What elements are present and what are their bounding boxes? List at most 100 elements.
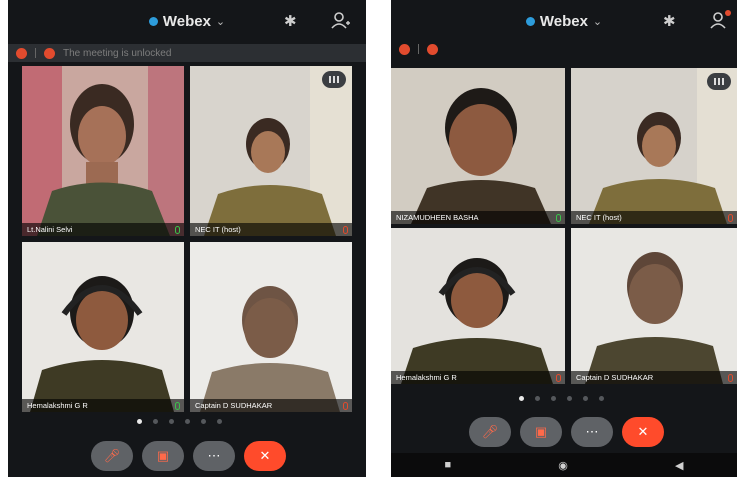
unlock-icon <box>44 47 55 59</box>
participant-name: Captain D SUDHAKAR <box>195 401 273 410</box>
divider <box>418 44 419 54</box>
participant-name: Hemalakshmi G R <box>27 401 88 410</box>
video-tile[interactable]: NEC IT (host) <box>571 68 737 224</box>
video-off-icon: ▣ <box>156 448 170 463</box>
divider <box>35 48 36 58</box>
page-dot[interactable] <box>201 419 206 424</box>
video-tile[interactable]: Lt.Nalini Selvi <box>22 66 184 236</box>
more-icon: ⋯ <box>585 424 599 439</box>
page-dot[interactable] <box>519 396 524 401</box>
layout-grid-button[interactable] <box>707 73 731 90</box>
bluetooth-icon[interactable]: ✱ <box>284 12 297 30</box>
participant-video <box>22 242 184 412</box>
page-dot[interactable] <box>137 419 142 424</box>
video-tile[interactable]: Captain D SUDHAKAR <box>190 242 352 412</box>
unlock-icon <box>427 43 438 55</box>
participants-icon[interactable] <box>330 10 352 30</box>
participants-icon[interactable] <box>709 10 731 30</box>
page-dot[interactable] <box>567 396 572 401</box>
mic-off-icon <box>343 402 348 410</box>
close-icon: ✕ <box>637 424 649 439</box>
participant-name: Hemalakshmi G R <box>396 373 457 382</box>
top-bar: Webex ⌄ ✱ <box>8 0 366 42</box>
participant-video <box>391 228 565 384</box>
call-controls: 🎤︎ ▣ ⋯ ✕ <box>91 441 295 471</box>
mic-off-icon: 🎤︎ <box>481 424 499 439</box>
participant-name-label: NEC IT (host) <box>190 223 352 236</box>
page-dot[interactable] <box>169 419 174 424</box>
participant-name-label: Hemalakshmi G R <box>22 399 184 412</box>
meeting-status-icons <box>391 40 737 58</box>
more-button[interactable]: ⋯ <box>571 417 613 447</box>
close-icon: ✕ <box>259 448 271 463</box>
app-name: Webex <box>162 12 211 30</box>
recording-icon <box>16 47 27 59</box>
meeting-notice-bar: The meeting is unlocked <box>8 44 366 62</box>
mic-on-icon <box>556 214 561 222</box>
video-tile[interactable]: Hemalakshmi G R <box>22 242 184 412</box>
notice-text: The meeting is unlocked <box>63 47 172 59</box>
participant-name-label: Captain D SUDHAKAR <box>190 399 352 412</box>
participant-video <box>190 66 352 236</box>
video-button[interactable]: ▣ <box>142 441 184 471</box>
webex-logo-icon <box>525 16 535 26</box>
android-nav-bar: ■ ◉ ◀ <box>391 453 737 477</box>
video-button[interactable]: ▣ <box>520 417 562 447</box>
participant-name: NIZAMUDHEEN BASHA <box>396 213 479 222</box>
page-dot[interactable] <box>583 396 588 401</box>
more-icon: ⋯ <box>207 448 221 463</box>
app-switcher[interactable]: Webex ⌄ <box>525 12 603 30</box>
more-button[interactable]: ⋯ <box>193 441 235 471</box>
participant-name: Lt.Nalini Selvi <box>27 225 73 234</box>
mic-on-icon <box>175 402 180 410</box>
page-dot[interactable] <box>551 396 556 401</box>
mic-off-icon <box>343 226 348 234</box>
participant-video <box>22 66 184 236</box>
top-bar: Webex ⌄ ✱ <box>391 0 737 42</box>
participant-name-label: NIZAMUDHEEN BASHA <box>391 211 565 224</box>
participant-video <box>571 228 737 384</box>
participant-video <box>391 68 565 224</box>
home-icon[interactable]: ◉ <box>558 459 568 472</box>
video-tile[interactable]: Captain D SUDHAKAR <box>571 228 737 384</box>
mic-off-icon <box>728 374 733 382</box>
back-icon[interactable]: ◀ <box>675 459 683 472</box>
mute-button[interactable]: 🎤︎ <box>469 417 511 447</box>
video-tile[interactable]: NEC IT (host) <box>190 66 352 236</box>
recording-icon <box>399 43 410 55</box>
page-dot[interactable] <box>535 396 540 401</box>
page-dot[interactable] <box>599 396 604 401</box>
mic-on-icon <box>175 226 180 234</box>
phone-screen-left: Webex ⌄ ✱ The meeting is unlocked Lt.Nal… <box>8 0 366 477</box>
app-name: Webex <box>539 12 588 30</box>
participant-video <box>571 68 737 224</box>
leave-button[interactable]: ✕ <box>244 441 286 471</box>
chevron-down-icon: ⌄ <box>215 15 226 28</box>
participant-name-label: Lt.Nalini Selvi <box>22 223 184 236</box>
participant-name: Captain D SUDHAKAR <box>576 373 654 382</box>
app-switcher[interactable]: Webex ⌄ <box>148 12 226 30</box>
call-controls: 🎤︎ ▣ ⋯ ✕ <box>469 417 673 447</box>
page-dot[interactable] <box>153 419 158 424</box>
page-dot[interactable] <box>185 419 190 424</box>
page-indicator <box>519 396 604 401</box>
video-off-icon: ▣ <box>534 424 548 439</box>
layout-grid-button[interactable] <box>322 71 346 88</box>
chevron-down-icon: ⌄ <box>592 15 603 28</box>
page-dot[interactable] <box>217 419 222 424</box>
leave-button[interactable]: ✕ <box>622 417 664 447</box>
mic-off-icon <box>556 374 561 382</box>
webex-logo-icon <box>148 16 158 26</box>
mic-off-icon: 🎤︎ <box>103 448 121 463</box>
mute-button[interactable]: 🎤︎ <box>91 441 133 471</box>
page-indicator <box>137 419 222 424</box>
participant-name: NEC IT (host) <box>195 225 241 234</box>
participant-name-label: Hemalakshmi G R <box>391 371 565 384</box>
participant-name-label: NEC IT (host) <box>571 211 737 224</box>
video-tile[interactable]: Hemalakshmi G R <box>391 228 565 384</box>
phone-screen-right: Webex ⌄ ✱ NIZAMUDHEEN BASHA NEC IT (host… <box>391 0 737 477</box>
recents-icon[interactable]: ■ <box>445 459 452 471</box>
bluetooth-icon[interactable]: ✱ <box>663 12 676 30</box>
video-tile[interactable]: NIZAMUDHEEN BASHA <box>391 68 565 224</box>
participant-name-label: Captain D SUDHAKAR <box>571 371 737 384</box>
